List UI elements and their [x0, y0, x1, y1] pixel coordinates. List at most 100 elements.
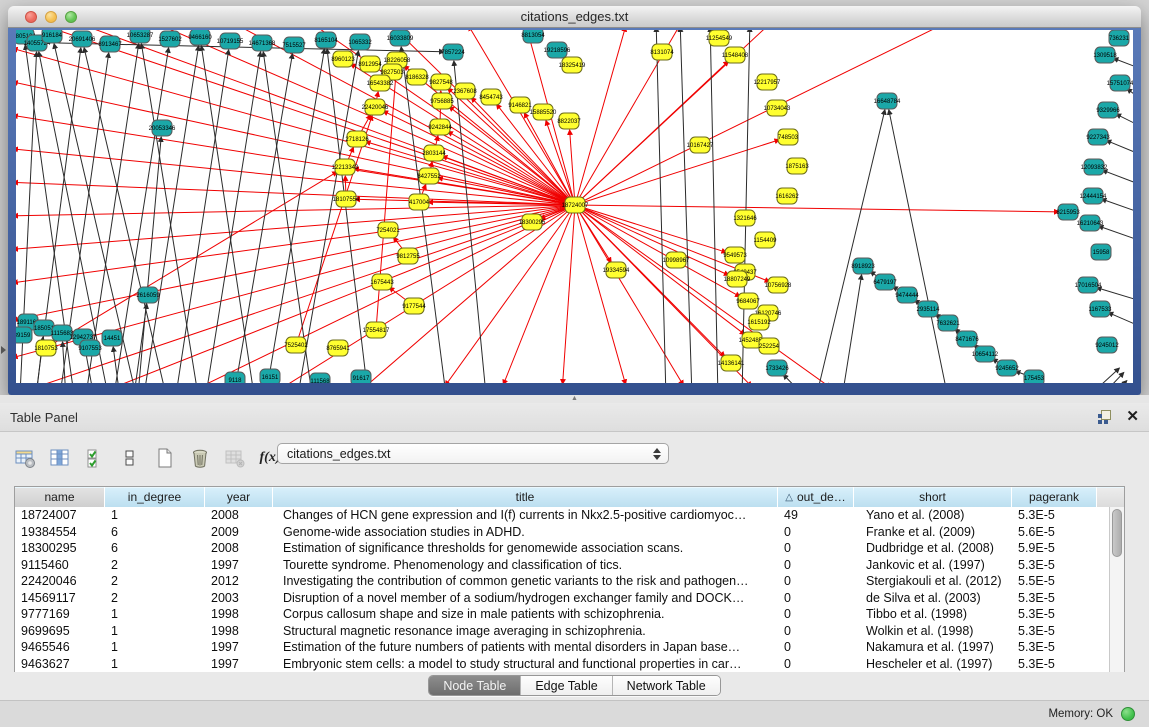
splitter-handle-icon[interactable]: ▲ — [571, 396, 578, 402]
table-row[interactable]: 1938455462009Genome-wide association stu… — [15, 524, 1124, 541]
column-header-year[interactable]: year — [205, 487, 273, 507]
table-cell[interactable]: 1 — [105, 656, 205, 673]
table-cell[interactable]: 6 — [105, 540, 205, 557]
table-cell[interactable]: Investigating the contribution of common… — [273, 573, 778, 590]
table-cell[interactable]: Yano et al. (2008) — [854, 507, 1012, 524]
table-cell[interactable]: 2003 — [205, 590, 273, 607]
close-panel-icon[interactable]: ✕ — [1126, 410, 1139, 424]
table-cell[interactable]: Tibbo et al. (1998) — [854, 606, 1012, 623]
table-cell[interactable]: Nakamura et al. (1997) — [854, 639, 1012, 656]
table-cell[interactable]: 2012 — [205, 573, 273, 590]
window-titlebar[interactable]: citations_edges.txt — [8, 6, 1141, 28]
table-cell[interactable]: Estimation of the future numbers of pati… — [273, 639, 778, 656]
column-header-title[interactable]: title — [273, 487, 778, 507]
table-cell[interactable]: 0 — [778, 606, 854, 623]
table-cell[interactable]: 0 — [778, 557, 854, 574]
table-cell[interactable]: 1997 — [205, 557, 273, 574]
table-row[interactable]: 946554611997Estimation of the future num… — [15, 639, 1124, 656]
table-cell[interactable]: 1998 — [205, 623, 273, 640]
table-cell[interactable]: 5.6E-5 — [1012, 524, 1097, 541]
table-cell[interactable]: 1997 — [205, 656, 273, 673]
table-cell[interactable]: 9777169 — [15, 606, 105, 623]
table-cell[interactable]: 1 — [105, 623, 205, 640]
panel-collapse-arrow[interactable] — [1, 346, 6, 354]
table-cell[interactable]: 5.9E-5 — [1012, 540, 1097, 557]
table-cell[interactable]: 19384554 — [15, 524, 105, 541]
table-cell[interactable]: 1 — [105, 639, 205, 656]
table-row[interactable]: 2242004622012Investigating the contribut… — [15, 573, 1124, 590]
table-cell[interactable]: 2009 — [205, 524, 273, 541]
table-cell[interactable]: 1 — [105, 606, 205, 623]
network-graph[interactable]: 1805124140557249161842069140689134671065… — [16, 30, 1133, 383]
scrollbar-thumb[interactable] — [1112, 509, 1122, 557]
table-cell[interactable]: Disruption of a novel member of a sodium… — [273, 590, 778, 607]
table-cell[interactable]: 2 — [105, 557, 205, 574]
table-cell[interactable]: 1998 — [205, 606, 273, 623]
table-cell[interactable]: 22420046 — [15, 573, 105, 590]
select-rows-icon[interactable] — [80, 444, 110, 472]
table-cell[interactable]: 0 — [778, 639, 854, 656]
column-header-outde[interactable]: △out_de… — [778, 487, 854, 507]
table-cell[interactable]: 5.5E-5 — [1012, 573, 1097, 590]
close-window-button[interactable] — [25, 11, 37, 23]
table-cell[interactable]: 9463627 — [15, 656, 105, 673]
table-cell[interactable]: 2 — [105, 573, 205, 590]
table-row[interactable]: 969969511998Structural magnetic resonanc… — [15, 623, 1124, 640]
table-cell[interactable]: 0 — [778, 524, 854, 541]
table-cell[interactable]: Genome-wide association studies in ADHD. — [273, 524, 778, 541]
table-cell[interactable]: 18724007 — [15, 507, 105, 524]
table-cell[interactable]: 2008 — [205, 507, 273, 524]
table-cell[interactable]: 6 — [105, 524, 205, 541]
table-cell[interactable]: Embryonic stem cells: a model to study s… — [273, 656, 778, 673]
table-cell[interactable]: Dudbridge et al. (2008) — [854, 540, 1012, 557]
zoom-window-button[interactable] — [65, 11, 77, 23]
table-row[interactable]: 1872400712008Changes of HCN gene express… — [15, 507, 1124, 524]
table-row[interactable]: 1830029562008Estimation of significance … — [15, 540, 1124, 557]
column-header-short[interactable]: short — [854, 487, 1012, 507]
table-cell[interactable]: Tourette syndrome. Phenomenology and cla… — [273, 557, 778, 574]
table-cell[interactable]: 0 — [778, 623, 854, 640]
table-cell[interactable]: 9699695 — [15, 623, 105, 640]
table-cell[interactable]: 2 — [105, 590, 205, 607]
table-cell[interactable]: Wolkin et al. (1998) — [854, 623, 1012, 640]
table-cell[interactable]: 18300295 — [15, 540, 105, 557]
table-row[interactable]: 911546021997Tourette syndrome. Phenomeno… — [15, 557, 1124, 574]
table-cell[interactable]: 5.3E-5 — [1012, 606, 1097, 623]
table-cell[interactable]: 5.3E-5 — [1012, 656, 1097, 673]
table-cell[interactable]: 14569117 — [15, 590, 105, 607]
table-row[interactable]: 1456911722003Disruption of a novel membe… — [15, 590, 1124, 607]
minimize-window-button[interactable] — [45, 11, 57, 23]
table-cell[interactable]: Stergiakouli et al. (2012) — [854, 573, 1012, 590]
table-cell[interactable]: de Silva et al. (2003) — [854, 590, 1012, 607]
table-cell[interactable]: 49 — [778, 507, 854, 524]
table-cell[interactable]: 5.3E-5 — [1012, 507, 1097, 524]
table-cell[interactable]: 0 — [778, 573, 854, 590]
delete-table-icon[interactable] — [185, 444, 215, 472]
table-settings-icon[interactable] — [10, 444, 40, 472]
tab-node-table[interactable]: Node Table — [429, 676, 520, 695]
table-cell[interactable]: 2008 — [205, 540, 273, 557]
table-cell[interactable]: 9465546 — [15, 639, 105, 656]
table-cell[interactable]: Franke et al. (2009) — [854, 524, 1012, 541]
table-cell[interactable]: 5.3E-5 — [1012, 623, 1097, 640]
import-table-icon[interactable] — [220, 444, 250, 472]
table-cell[interactable]: 0 — [778, 656, 854, 673]
table-cell[interactable]: Jankovic et al. (1997) — [854, 557, 1012, 574]
panel-splitter[interactable]: ▲ — [0, 395, 1149, 403]
table-row[interactable]: 946362711997Embryonic stem cells: a mode… — [15, 656, 1124, 673]
table-cell[interactable]: 1997 — [205, 639, 273, 656]
table-selector-dropdown[interactable]: citations_edges.txt — [277, 443, 669, 464]
show-columns-icon[interactable] — [45, 444, 75, 472]
table-cell[interactable]: 5.3E-5 — [1012, 639, 1097, 656]
tab-network-table[interactable]: Network Table — [612, 676, 720, 695]
new-table-icon[interactable] — [150, 444, 180, 472]
table-cell[interactable]: 9115460 — [15, 557, 105, 574]
table-cell[interactable]: Changes of HCN gene expression and I(f) … — [273, 507, 778, 524]
table-cell[interactable]: 5.3E-5 — [1012, 590, 1097, 607]
column-header-indegree[interactable]: in_degree — [105, 487, 205, 507]
tab-edge-table[interactable]: Edge Table — [520, 676, 611, 695]
table-cell[interactable]: 1 — [105, 507, 205, 524]
column-header-name[interactable]: name — [15, 487, 105, 507]
table-cell[interactable]: Hescheler et al. (1997) — [854, 656, 1012, 673]
table-row[interactable]: 977716911998Corpus callosum shape and si… — [15, 606, 1124, 623]
